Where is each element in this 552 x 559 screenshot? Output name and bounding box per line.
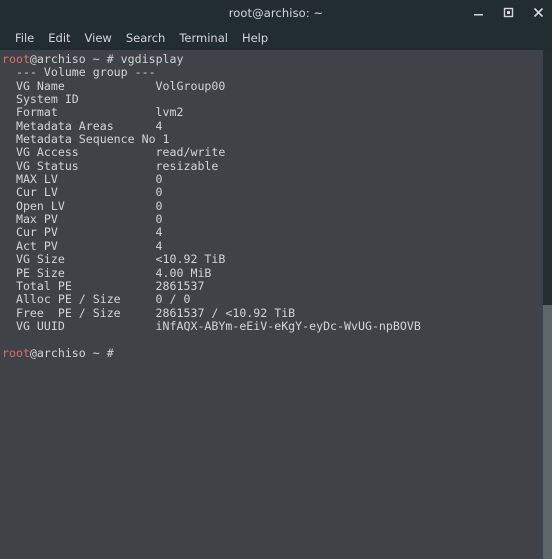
vg-property-row: VG Access read/write: [2, 145, 226, 160]
prompt-user: root: [2, 345, 30, 360]
vg-property-row: VG Name VolGroup00: [2, 78, 226, 93]
close-icon[interactable]: [530, 5, 546, 21]
terminal-area[interactable]: root@archiso ~ # vgdisplay --- Volume gr…: [0, 50, 552, 559]
terminal-prompt-line-idle: root@archiso ~ #: [2, 345, 543, 360]
volume-group-header: --- Volume group ---: [2, 65, 156, 80]
vg-property-row: Metadata Sequence No 1: [2, 132, 170, 147]
terminal-scrollbar[interactable]: [543, 50, 552, 559]
vg-property-row: Free PE / Size 2861537 / <10.92 TiB: [2, 305, 296, 320]
vg-property-row: Open LV 0: [2, 198, 163, 213]
terminal-window: root@archiso: ~ File Edit View Search Te…: [0, 0, 552, 559]
menu-item-view[interactable]: View: [78, 29, 119, 47]
vg-property-row: Cur PV 4: [2, 225, 163, 240]
vg-property-row: Format lvm2: [2, 105, 184, 120]
titlebar: root@archiso: ~: [0, 0, 552, 25]
vg-property-row: System ID: [2, 92, 156, 107]
menu-item-search[interactable]: Search: [119, 29, 173, 47]
vg-property-row: MAX LV 0: [2, 172, 163, 187]
vg-property-row: Alloc PE / Size 0 / 0: [2, 292, 191, 307]
prompt-user: root: [2, 52, 30, 66]
vg-property-row: Max PV 0: [2, 212, 163, 227]
prompt-host-path: @archiso ~ #: [29, 345, 121, 360]
vg-property-row: Total PE 2861537: [2, 278, 205, 293]
vg-property-row: Cur LV 0: [2, 185, 163, 200]
menubar: File Edit View Search Terminal Help: [0, 25, 552, 50]
vg-property-row: VG Status resizable: [2, 158, 219, 173]
vg-property-row: VG UUID iNfAQX-ABYm-eEiV-eKgY-eyDc-WvUG-…: [2, 318, 421, 333]
vg-property-row: PE Size 4.00 MiB: [2, 265, 212, 280]
terminal-output[interactable]: root@archiso ~ # vgdisplay --- Volume gr…: [0, 50, 543, 559]
scrollbar-thumb[interactable]: [543, 304, 552, 559]
menu-item-file[interactable]: File: [8, 29, 41, 47]
vg-property-row: VG Size <10.92 TiB: [2, 252, 226, 267]
prompt-host-path: @archiso ~ #: [29, 52, 121, 66]
window-title: root@archiso: ~: [228, 5, 324, 20]
menu-item-edit[interactable]: Edit: [41, 29, 77, 47]
maximize-icon[interactable]: [500, 5, 516, 21]
vg-property-row: Act PV 4: [2, 238, 163, 253]
terminal-command: vgdisplay: [120, 52, 184, 66]
menu-item-help[interactable]: Help: [235, 29, 275, 47]
terminal-prompt-line-command: root@archiso ~ # vgdisplay: [2, 52, 543, 66]
menu-item-terminal[interactable]: Terminal: [172, 29, 235, 47]
window-controls: [470, 0, 546, 25]
vg-property-row: Metadata Areas 4: [2, 118, 163, 133]
minimize-icon[interactable]: [470, 5, 486, 21]
